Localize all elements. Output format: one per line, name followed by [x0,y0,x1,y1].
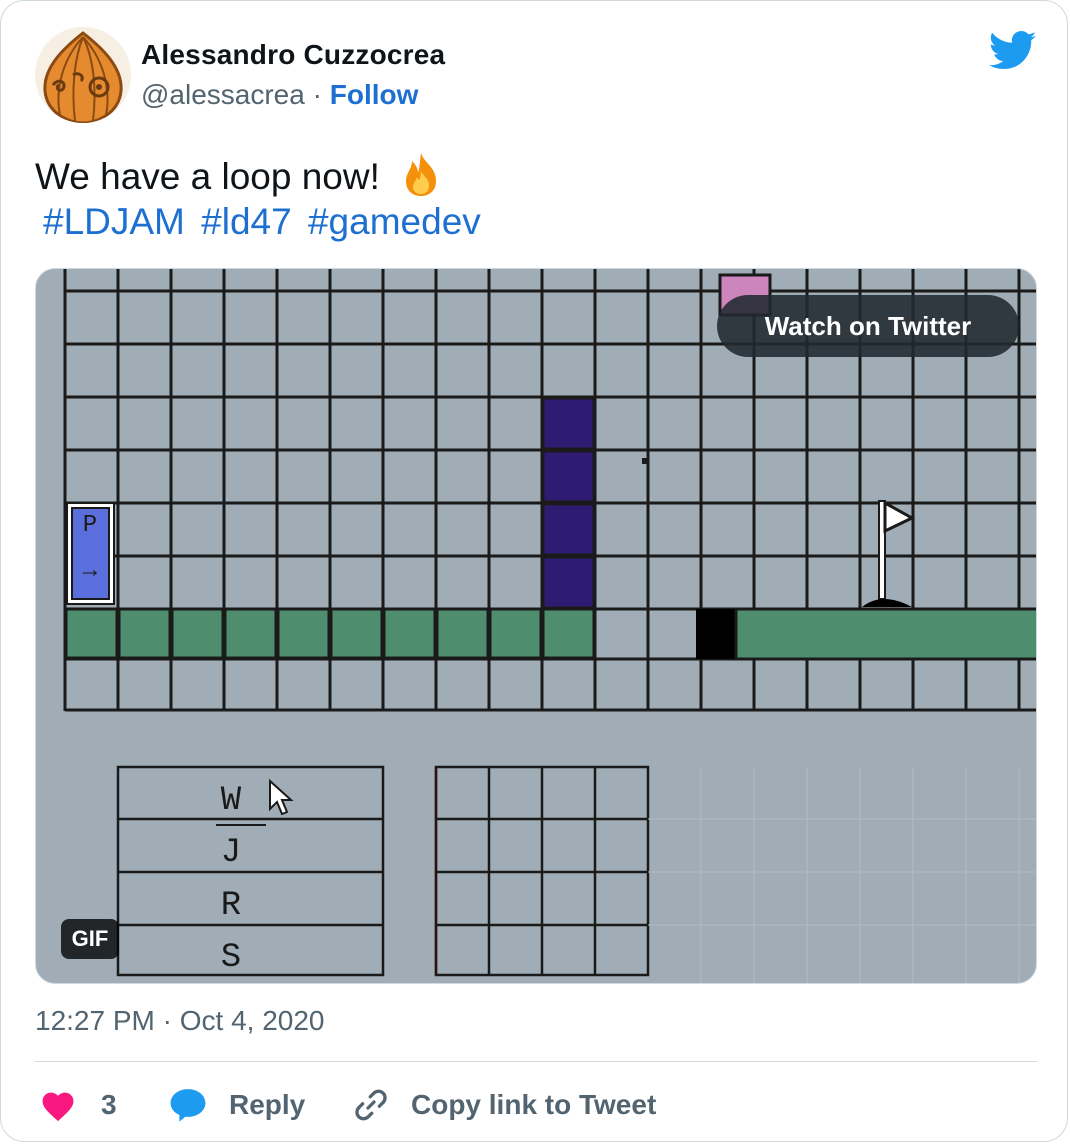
heart-icon [42,1092,74,1122]
avatar[interactable] [35,27,131,123]
like-button[interactable]: 3 [39,1083,117,1127]
author-name[interactable]: Alessandro Cuzzocrea [141,39,445,71]
follow-button[interactable]: Follow [330,79,419,110]
handle-separator: · [312,79,322,110]
divider [35,1061,1037,1062]
like-count: 3 [101,1089,117,1120]
spawn-label: P [83,512,97,539]
hashtag-ld47[interactable]: #ld47 [201,201,292,242]
author-handle[interactable]: @alessacrea [141,79,305,110]
small-dot [642,458,648,464]
copy-link-button[interactable]: Copy link to Tweet [353,1083,656,1127]
key-label-j: J [221,834,241,872]
fire-emoji-icon [398,151,444,206]
spawn-arrow: → [83,558,98,585]
avatar-onion-illustration [35,27,131,123]
key-label-s: S [221,939,241,977]
tweet-text-content: We have a loop now! [35,156,380,197]
link-icon [355,1089,387,1121]
key-label-r: R [221,887,241,925]
tile-grid [434,765,650,977]
author-handle-row: @alessacrea · Follow [141,79,418,111]
game-scene: P → W J R S [63,269,1036,983]
twitter-bird-icon[interactable] [989,31,1037,71]
tweet-text: We have a loop now! [35,151,444,206]
spawn-tile: P → [66,502,115,605]
purple-wall [541,396,596,610]
copy-link-label: Copy link to Tweet [411,1089,657,1120]
speech-bubble-icon [170,1089,206,1122]
hashtag-row: #LDJAM #ld47 #gamedev [43,201,487,243]
reply-button[interactable]: Reply [169,1083,305,1127]
green-platform-right [734,607,1036,661]
gif-media[interactable]: P → W J R S Watch on Twitter GIF [35,268,1037,984]
faint-grid [648,767,1036,983]
tweet-card: Alessandro Cuzzocrea @alessacrea · Follo… [0,0,1068,1142]
hashtag-ldjam[interactable]: #LDJAM [43,201,185,242]
gif-badge: GIF [61,919,119,959]
mouse-cursor-icon [269,778,294,816]
goal-flag-icon [862,500,916,607]
green-platform-left [64,607,596,660]
key-table [116,765,385,977]
reply-label: Reply [229,1089,306,1120]
key-label-w: W [221,782,242,820]
tweet-timestamp[interactable]: 12:27 PM · Oct 4, 2020 [35,1005,325,1037]
hashtag-gamedev[interactable]: #gamedev [308,201,481,242]
black-block [696,609,736,659]
watch-on-twitter-button[interactable]: Watch on Twitter [717,295,1019,357]
